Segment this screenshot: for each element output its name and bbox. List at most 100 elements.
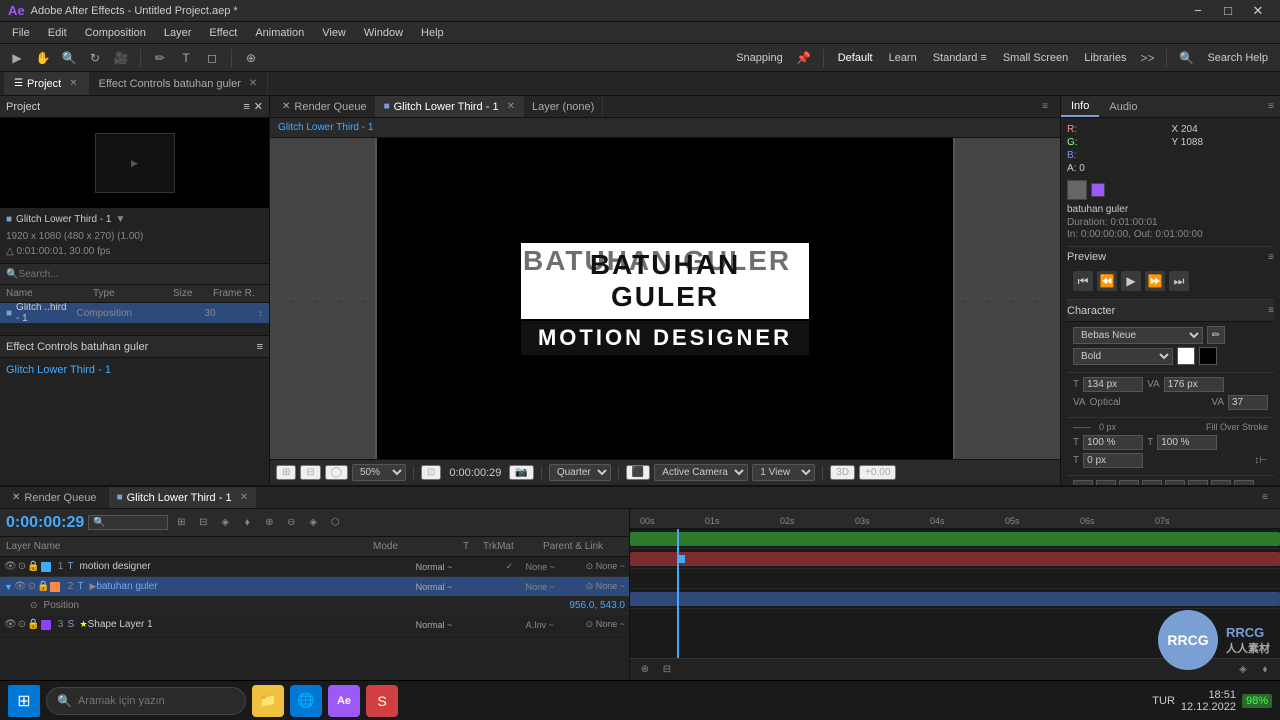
search-btn[interactable]: 🔍 [1175,47,1197,69]
layer2-eye[interactable]: 👁 [14,581,27,592]
comp-tab-close[interactable]: ✕ [507,101,515,112]
char-size-2[interactable] [1164,377,1224,392]
layer1-eye[interactable]: 👁 [4,561,17,572]
tl-layer-3[interactable]: 👁 ⊙ 🔒 3 S ★ Shape Layer 1 Normal ~ A.Inv… [0,615,629,635]
position-stopwatch[interactable]: ⊙ [30,600,38,611]
menu-animation[interactable]: Animation [247,25,312,41]
char-scale-h[interactable] [1083,435,1143,450]
workspace-learn[interactable]: Learn [883,52,923,64]
tl-search-input[interactable] [88,515,168,530]
tool-select[interactable]: ▶ [6,47,28,69]
tool-pen[interactable]: ✏ [149,47,171,69]
tl-tab-main[interactable]: ■ Glitch Lower Third - 1 ✕ [109,487,256,508]
menu-window[interactable]: Window [356,25,411,41]
tl-btn-4[interactable]: ⬧ [238,514,256,532]
layer3-lock[interactable]: 🔒 [27,619,39,630]
tl-layer-2-position[interactable]: ⊙ Position 956.0, 543.0 [0,597,629,615]
viewer-btn-more[interactable]: +0.00 [859,465,896,480]
style-italic-btn[interactable]: T [1096,480,1116,485]
layer1-solo[interactable]: ⊙ [18,561,26,572]
comp-tab-main[interactable]: ■ Glitch Lower Third - 1 ✕ [376,96,524,117]
project-item-comp[interactable]: ■ Glitch ..hird - 1 Composition 30 ↕ [0,303,269,323]
tl-bottom-btn-2[interactable]: ⊟ [658,661,676,679]
tab-audio[interactable]: Audio [1099,96,1147,117]
layer3-eye[interactable]: 👁 [4,619,17,630]
taskbar-ae[interactable]: Ae [328,685,360,717]
taskbar-slideshow[interactable]: S [366,685,398,717]
prev-fwd-btn[interactable]: ⏩ [1145,271,1165,291]
tool-puppet[interactable]: ⊕ [240,47,262,69]
tool-text[interactable]: T [175,47,197,69]
viewer-btn-alpha[interactable]: ⬛ [626,465,650,480]
tab-project-close[interactable]: ✕ [69,78,77,89]
char-tracking[interactable] [1228,395,1268,410]
layer1-lock[interactable]: 🔒 [27,561,39,572]
tl-panel-menu[interactable]: ≡ [1262,492,1276,503]
track-bar-3[interactable] [630,592,1280,606]
workspace-more[interactable]: >> [1136,47,1158,69]
style-sub-btn[interactable]: Ts [1188,480,1208,485]
layer2-solo[interactable]: ⊙ [28,581,36,592]
tool-zoom[interactable]: 🔍 [58,47,80,69]
font-select[interactable]: Bebas Neue [1073,327,1203,344]
tab-project[interactable]: ☰ Project ✕ [4,72,89,95]
tl-btn-6[interactable]: ⊖ [282,514,300,532]
comp-tab-render-queue[interactable]: ✕ Render Queue [274,96,376,117]
char-scale-v[interactable] [1157,435,1217,450]
prev-last-btn[interactable]: ⏭ [1169,271,1189,291]
tool-hand[interactable]: ✋ [32,47,54,69]
char-size-1[interactable] [1083,377,1143,392]
preview-menu[interactable]: ≡ [1268,252,1274,263]
tab-effect-controls[interactable]: Effect Controls batuhan guler ✕ [89,72,269,95]
menu-help[interactable]: Help [413,25,452,41]
prev-back-btn[interactable]: ⏪ [1097,271,1117,291]
tl-tab-render[interactable]: ✕ Render Queue [4,487,105,508]
minimize-button[interactable]: − [1184,0,1212,22]
workspace-default[interactable]: Default [832,52,879,64]
style-strike-btn[interactable]: T [1234,480,1254,485]
char-baseline[interactable] [1083,453,1143,468]
char-menu[interactable]: ≡ [1268,305,1274,316]
char-color-white[interactable] [1177,347,1195,365]
menu-view[interactable]: View [314,25,354,41]
tl-btn-2[interactable]: ⊟ [194,514,212,532]
viewer-btn-3d[interactable]: 3D [830,465,855,480]
workspace-small-screen[interactable]: Small Screen [997,52,1074,64]
menu-file[interactable]: File [4,25,38,41]
tool-rotate[interactable]: ↻ [84,47,106,69]
tl-time-display[interactable]: 0:00:00:29 [6,514,84,532]
viewer-btn-grid[interactable]: ⊞ [276,465,296,480]
layer3-solo[interactable]: ⊙ [18,619,26,630]
menu-composition[interactable]: Composition [77,25,154,41]
close-button[interactable]: ✕ [1244,0,1272,22]
style-select[interactable]: Bold [1073,348,1173,365]
maximize-button[interactable]: □ [1214,0,1242,22]
comp-tab-options[interactable]: Layer (none) [524,96,603,117]
tool-camera[interactable]: 🎥 [110,47,132,69]
right-panel-menu[interactable]: ≡ [1268,101,1280,112]
menu-edit[interactable]: Edit [40,25,75,41]
effect-menu-icon[interactable]: ≡ [257,341,263,353]
layer2-lock[interactable]: 🔒 [37,581,49,592]
prev-first-btn[interactable]: ⏮ [1073,271,1093,291]
tab-info[interactable]: Info [1061,96,1099,117]
prev-play-btn[interactable]: ▶ [1121,271,1141,291]
tl-btn-8[interactable]: ⬡ [326,514,344,532]
font-edit-btn[interactable]: ✏ [1207,326,1225,344]
viewer-btn-mask[interactable]: ◯ [325,465,348,480]
project-item-expand[interactable]: ▼ [115,212,125,227]
project-menu-icon[interactable]: ≡ [243,101,249,113]
menu-effect[interactable]: Effect [201,25,245,41]
tl-layer-1[interactable]: 👁 ⊙ 🔒 1 T motion designer Normal ~ ✓ Non… [0,557,629,577]
style-ul-btn[interactable]: T [1211,480,1231,485]
char-color-black[interactable] [1199,347,1217,365]
taskbar-search-input[interactable] [78,695,228,707]
tool-shape[interactable]: ◻ [201,47,223,69]
style-bold-btn[interactable]: T [1073,480,1093,485]
track-bar-1[interactable] [630,532,1280,546]
viewer-btn-safe[interactable]: ⊟ [300,465,320,480]
workspace-libraries[interactable]: Libraries [1078,52,1132,64]
zoom-select[interactable]: 50% 100% 25% [352,464,406,481]
position-value[interactable]: 956.0, 543.0 [569,600,625,611]
snapping-toggle[interactable]: 📌 [793,47,815,69]
